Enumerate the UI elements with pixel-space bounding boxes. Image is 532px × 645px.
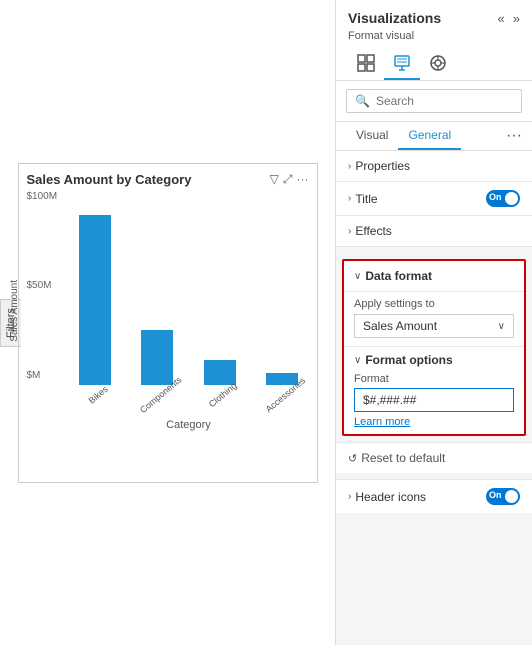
chevron-down-dataformat: ∨: [354, 271, 361, 282]
reset-row[interactable]: ↺ Reset to default: [336, 442, 532, 473]
bar-group-clothing: Clothing: [194, 360, 247, 401]
chart-container: Sales Amount by Category ▽ ⤢ ··· $100M $…: [18, 163, 318, 483]
paint-icon: [393, 54, 411, 72]
header-icons-section: › Header icons On: [336, 479, 532, 513]
search-bar[interactable]: 🔍: [346, 89, 522, 113]
spacer-1: [336, 247, 532, 253]
expand-icon[interactable]: ⤢: [283, 172, 293, 187]
y-axis-label: Sales Amount: [9, 191, 20, 431]
format-options-header[interactable]: ∨ Format options: [354, 353, 514, 367]
chart-title-icons: ▽ ⤢ ···: [270, 172, 309, 187]
data-format-header[interactable]: ∨ Data format: [344, 261, 524, 292]
title-toggle-knob: [505, 192, 518, 205]
reset-icon: ↺: [348, 452, 357, 465]
bar-label-bikes: Bikes: [86, 383, 109, 405]
search-icon: 🔍: [355, 94, 370, 108]
grid-format-button[interactable]: [348, 48, 384, 80]
tab-visual[interactable]: Visual: [346, 122, 398, 150]
bars-container: Bikes Components Clothing Accessories: [69, 191, 309, 401]
properties-label: Properties: [355, 159, 410, 173]
format-input[interactable]: [354, 388, 514, 412]
section-title[interactable]: › Title On: [336, 182, 532, 216]
x-axis-label: Category: [69, 416, 309, 431]
more-icon[interactable]: ···: [297, 172, 309, 186]
search-input[interactable]: [376, 94, 513, 108]
bar-group-accessories: Accessories: [256, 373, 309, 401]
format-icons-row: [348, 48, 520, 80]
header-icons-label: Header icons: [355, 490, 426, 504]
filter-icon[interactable]: ▽: [270, 172, 279, 186]
analytics-icon: [429, 54, 447, 72]
y-tick-100m: $100M: [27, 191, 65, 202]
bar-components: [141, 330, 173, 385]
data-format-label: Data format: [365, 269, 432, 283]
title-label: Title: [355, 192, 377, 206]
format-label: Format: [354, 373, 514, 385]
tabs-row: Visual General ···: [336, 122, 532, 151]
apply-settings-label: Apply settings to: [354, 298, 514, 310]
panel-top-icons: « »: [498, 11, 520, 26]
dropdown-chevron-icon: ∨: [498, 321, 505, 332]
apply-settings-dropdown[interactable]: Sales Amount ∨: [354, 314, 514, 338]
y-tick-50m: $50M: [27, 280, 65, 291]
tab-general[interactable]: General: [398, 122, 461, 150]
apply-settings-area: Apply settings to Sales Amount ∨: [344, 292, 524, 347]
section-effects[interactable]: › Effects: [336, 216, 532, 247]
bar-group-components: Components: [131, 330, 184, 401]
collapse-panel-icon[interactable]: «: [498, 11, 505, 26]
chevron-right-headericons: ›: [348, 491, 351, 502]
bar-group-bikes: Bikes: [69, 215, 122, 401]
chevron-right-properties: ›: [348, 161, 351, 172]
panel-content: › Properties › Title On › Effects: [336, 151, 532, 645]
paint-format-button[interactable]: [384, 48, 420, 80]
tab-more-icon[interactable]: ···: [506, 127, 522, 145]
apply-settings-value: Sales Amount: [363, 319, 437, 333]
bar-bikes: [79, 215, 111, 385]
chevron-right-title: ›: [348, 193, 351, 204]
expand-panel-icon[interactable]: »: [513, 11, 520, 26]
chevron-down-formatoptions: ∨: [354, 355, 361, 366]
format-options-label: Format options: [365, 353, 452, 367]
y-axis: $100M $50M $M: [27, 191, 65, 381]
chevron-right-effects: ›: [348, 226, 351, 237]
title-toggle[interactable]: On: [486, 190, 520, 207]
y-tick-0m: $M: [27, 370, 65, 381]
reset-label: Reset to default: [361, 451, 445, 465]
panel-title: Visualizations: [348, 10, 441, 26]
header-icons-toggle-knob: [505, 490, 518, 503]
chart-area: Format visual Filters Sales Amount by Ca…: [0, 0, 335, 645]
grid-icon: [357, 54, 375, 72]
panel-top-row: Visualizations « »: [348, 10, 520, 26]
format-options-area: ∨ Format options Format Learn more: [344, 347, 524, 434]
right-panel: Visualizations « » Format visual: [335, 0, 532, 645]
effects-label: Effects: [355, 224, 391, 238]
chart-title: Sales Amount by Category: [27, 172, 192, 187]
header-icons-toggle-on-label: On: [489, 490, 502, 500]
title-toggle-on-label: On: [489, 192, 502, 202]
data-format-section: ∨ Data format Apply settings to Sales Am…: [342, 259, 526, 436]
chart-title-row: Sales Amount by Category ▽ ⤢ ···: [27, 172, 309, 187]
tab-items: Visual General: [346, 122, 461, 150]
learn-more-link[interactable]: Learn more: [354, 416, 514, 428]
section-properties[interactable]: › Properties: [336, 151, 532, 182]
format-visual-label: Format visual: [348, 30, 520, 42]
header-icons-toggle[interactable]: On: [486, 488, 520, 505]
search-section: 🔍: [336, 81, 532, 122]
panel-header: Visualizations « » Format visual: [336, 0, 532, 81]
analytics-format-button[interactable]: [420, 48, 456, 80]
